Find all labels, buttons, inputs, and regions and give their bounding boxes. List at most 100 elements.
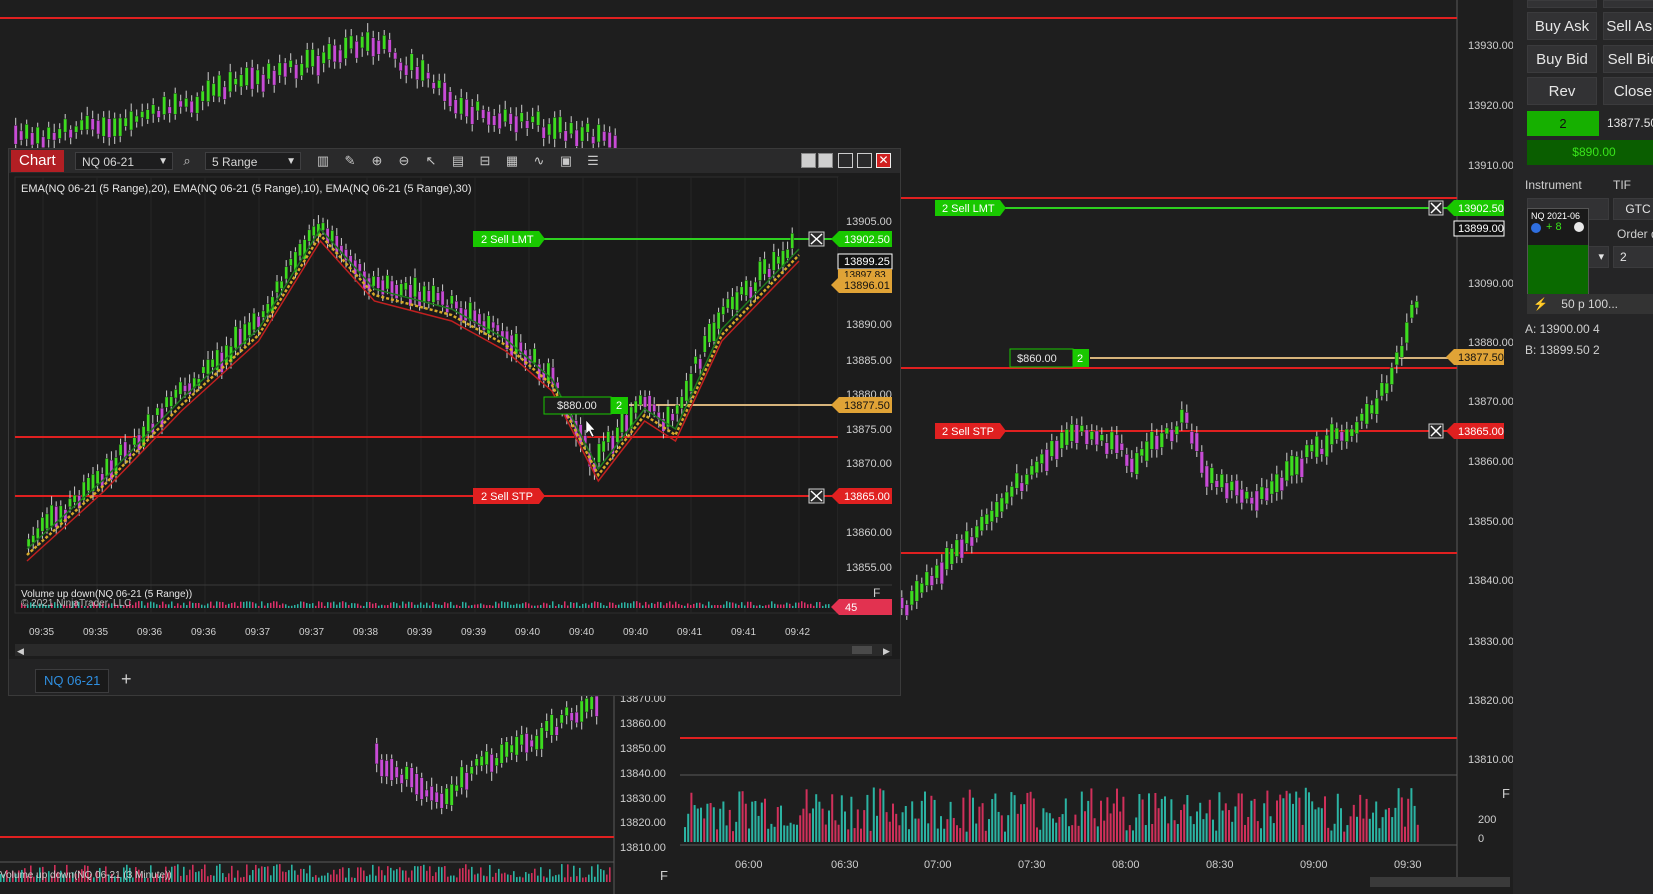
- back-scrollbar[interactable]: [1370, 877, 1510, 887]
- candle: [288, 258, 293, 266]
- volume-bar: [759, 604, 761, 608]
- volume-bar: [612, 602, 614, 608]
- back-sell-stop-order[interactable]: 2 Sell STP: [935, 423, 1006, 439]
- chart-window[interactable]: Chart NQ 06-21 ▼ ⌕ 5 Range ▼ ▥ ✎ ⊕ ⊖ ↖ ▤…: [8, 148, 901, 696]
- reverse-button[interactable]: Rev: [1527, 77, 1597, 105]
- candle: [118, 117, 123, 137]
- candle: [589, 696, 594, 710]
- back-cancel-limit-icon[interactable]: [1428, 200, 1444, 216]
- volume-bar: [420, 602, 422, 608]
- sell-stop-order[interactable]: 2 Sell STP: [473, 488, 545, 504]
- volume-bar: [1138, 794, 1141, 842]
- volume-bar: [914, 818, 917, 842]
- back-cancel-stop-icon[interactable]: [1428, 423, 1444, 439]
- zoom-in-icon[interactable]: ⊕: [369, 153, 385, 169]
- time-axis: 09:35 09:35 09:36 09:36 09:37 09:37 09:38 09:39…: [29, 627, 810, 638]
- candle: [1234, 479, 1239, 496]
- volume-bar: [216, 865, 218, 882]
- candle: [389, 758, 394, 781]
- volume-bar: [1016, 813, 1019, 842]
- minimize-icon[interactable]: [838, 153, 853, 168]
- volume-bar: [722, 801, 725, 842]
- scroll-left-icon[interactable]: ◀: [17, 646, 24, 656]
- volume-bar: [411, 602, 413, 608]
- volume-bar: [594, 876, 596, 882]
- candle: [444, 788, 449, 805]
- sell-bid-button[interactable]: Sell Bid: [1603, 45, 1653, 73]
- maximize-icon[interactable]: [857, 153, 872, 168]
- instrument-label: Instrument: [1525, 178, 1582, 192]
- volume-bar: [366, 601, 368, 608]
- back-position-marker[interactable]: $860.00 2: [1009, 348, 1089, 368]
- candle: [492, 115, 497, 126]
- add-tab-button[interactable]: +: [121, 668, 132, 690]
- properties-icon[interactable]: ☰: [585, 153, 601, 169]
- volume-bar: [528, 873, 530, 882]
- back-time-tick: 09:00: [1300, 859, 1328, 871]
- cancel-limit-icon[interactable]: [808, 231, 825, 247]
- drawing-tool-icon[interactable]: ✎: [342, 153, 358, 169]
- strategies-icon[interactable]: ▣: [558, 153, 574, 169]
- search-icon[interactable]: ⌕: [179, 153, 195, 169]
- candle: [434, 791, 439, 803]
- ask-quote: A: 13900.00 4: [1525, 322, 1600, 336]
- cancel-stop-icon[interactable]: [808, 488, 825, 504]
- sell-limit-order[interactable]: 2 Sell LMT: [473, 231, 545, 247]
- buy-ask-button[interactable]: Buy Ask: [1527, 12, 1597, 40]
- back-sell-limit-order[interactable]: 2 Sell LMT: [935, 200, 1006, 216]
- atm-strategy-selector[interactable]: ⚡ 50 p 100...: [1527, 294, 1653, 314]
- quantity-selector[interactable]: 2: [1613, 246, 1653, 268]
- volume-bar: [186, 875, 188, 882]
- chart-trader-icon[interactable]: ⊟: [477, 153, 493, 169]
- indicators-icon[interactable]: ∿: [531, 153, 547, 169]
- candle: [454, 784, 459, 792]
- svg-text:13830.00: 13830.00: [620, 793, 666, 805]
- candle: [311, 225, 316, 237]
- back-price-tick: 13090.00: [1468, 278, 1514, 290]
- volume-bar: [975, 823, 978, 842]
- tif-selector[interactable]: GTC: [1613, 198, 1653, 220]
- sell-ask-button[interactable]: Sell Ask: [1603, 12, 1653, 40]
- candle: [261, 74, 266, 93]
- close-icon[interactable]: ✕: [876, 153, 891, 168]
- volume-bar: [237, 870, 239, 882]
- pointer-icon[interactable]: ↖: [423, 153, 439, 169]
- chart-panel[interactable]: EMA(NQ 06-21 (5 Range),20), EMA(NQ 06-21…: [9, 173, 900, 659]
- volume-bar: [786, 825, 789, 842]
- volume-bar: [507, 601, 509, 608]
- buy-bid-button[interactable]: Buy Bid: [1527, 45, 1597, 73]
- interval-select[interactable]: 5 Range ▼: [205, 152, 301, 170]
- tab-nq-06-21[interactable]: NQ 06-21: [35, 669, 110, 693]
- volume-bar: [459, 605, 461, 608]
- volume-bar: [732, 602, 734, 608]
- volume-bar: [888, 821, 891, 842]
- volume-bar: [345, 877, 347, 882]
- volume-bar: [498, 868, 500, 882]
- volume-bar: [1269, 816, 1272, 842]
- instrument-select[interactable]: NQ 06-21 ▼: [75, 152, 173, 170]
- volume-bar: [802, 808, 805, 842]
- popup-gear-icon[interactable]: [1574, 222, 1584, 232]
- horizontal-scrollbar[interactable]: [15, 644, 892, 656]
- volume-bar: [672, 604, 674, 608]
- scrollbar-thumb[interactable]: [852, 646, 872, 654]
- volume-bar: [483, 604, 485, 608]
- volume-bar: [588, 874, 590, 882]
- candle: [1404, 321, 1409, 344]
- data-box-icon[interactable]: ▤: [450, 153, 466, 169]
- close-position-button[interactable]: Close: [1603, 77, 1653, 105]
- zoom-out-icon[interactable]: ⊖: [396, 153, 412, 169]
- tile-icon[interactable]: [801, 153, 816, 168]
- candle: [288, 60, 293, 68]
- bar-style-icon[interactable]: ▥: [315, 153, 331, 169]
- scroll-right-icon[interactable]: ▶: [883, 646, 890, 656]
- volume-bar: [525, 872, 527, 882]
- candle: [549, 714, 554, 736]
- position-marker[interactable]: $880.00 2: [543, 396, 628, 415]
- volume-bar: [240, 877, 242, 882]
- order-entry-panel: Buy Ask Sell Ask Buy Bid Sell Bid Rev Cl…: [1513, 0, 1653, 894]
- svg-text:13860.00: 13860.00: [846, 527, 892, 539]
- templates-icon[interactable]: ▦: [504, 153, 520, 169]
- instrument-popup[interactable]: NQ 2021-06 + 8: [1527, 208, 1589, 300]
- link-icon[interactable]: [818, 153, 833, 168]
